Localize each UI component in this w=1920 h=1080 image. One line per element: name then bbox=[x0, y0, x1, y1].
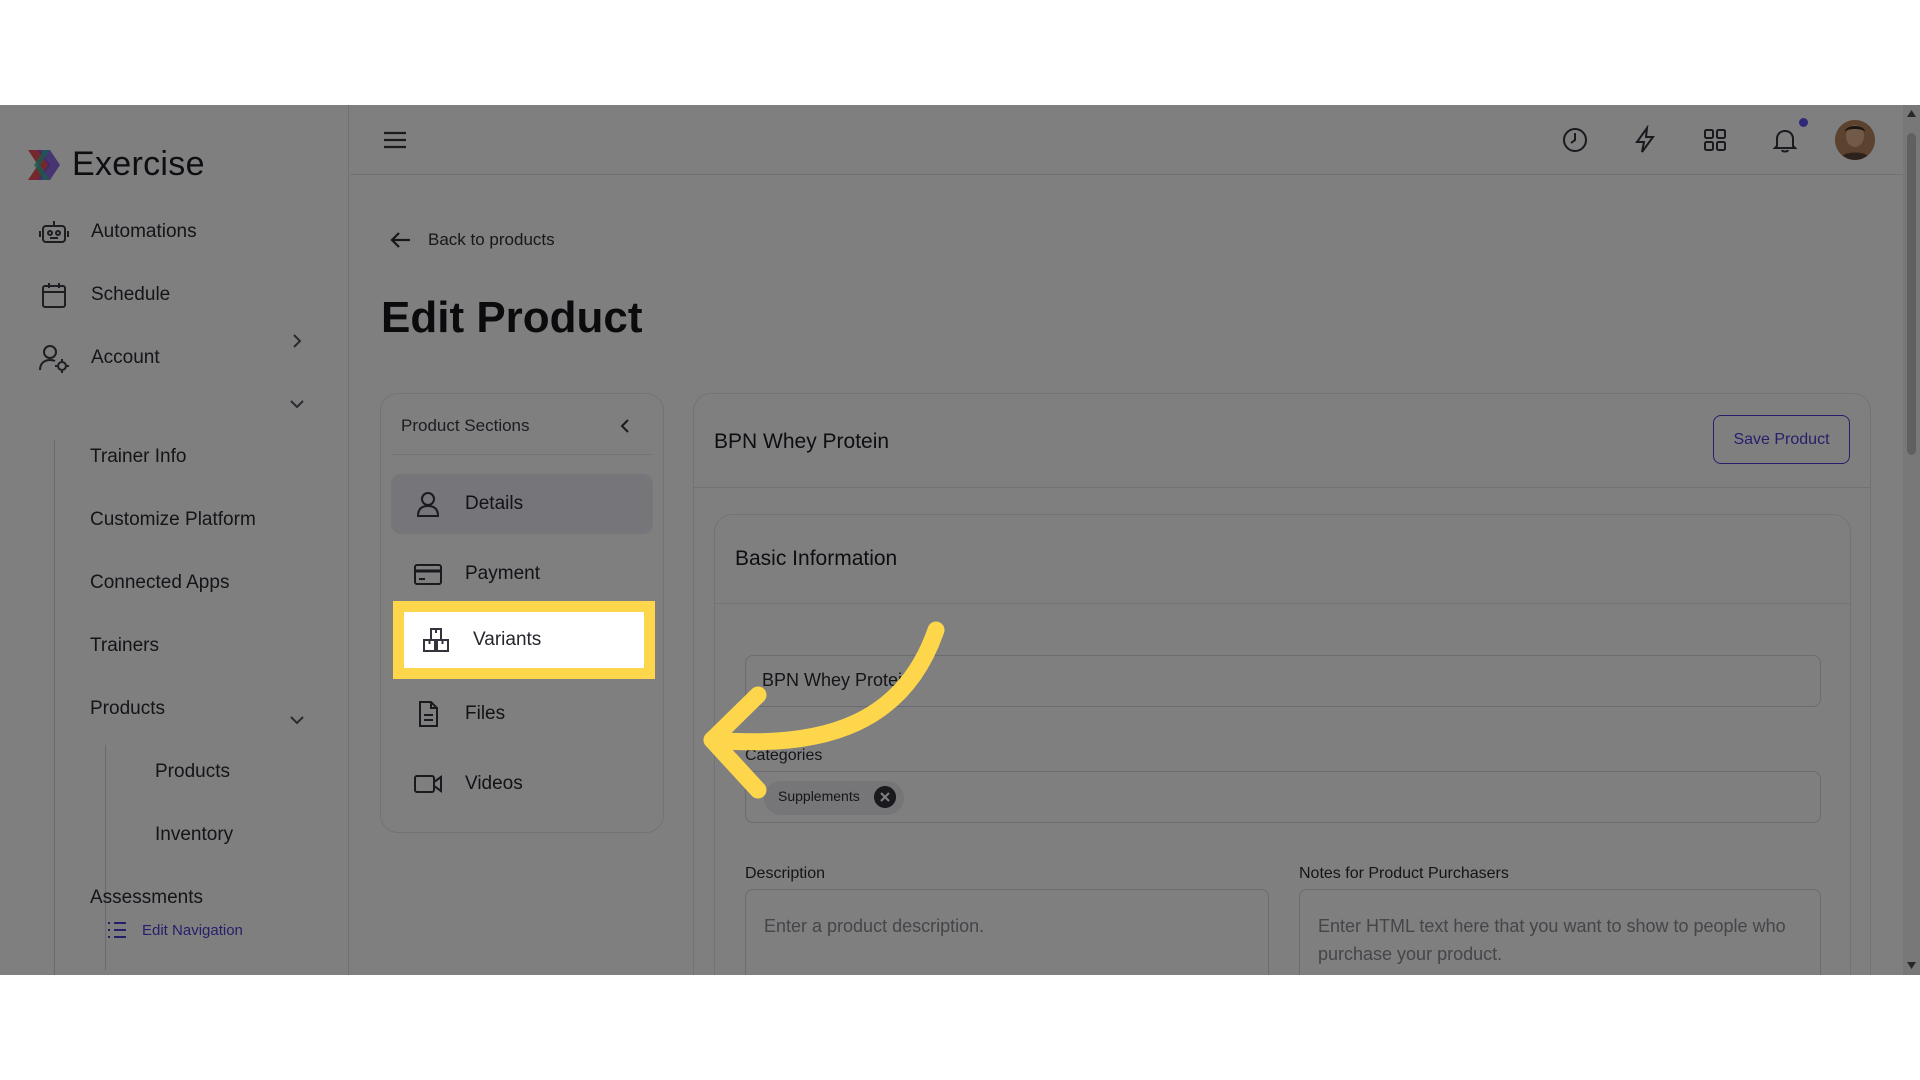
annotation-arrow-icon bbox=[703, 621, 945, 799]
app-window: Exercise Automations Schedule Account Tr… bbox=[0, 105, 1920, 975]
section-item-label: Variants bbox=[473, 629, 542, 650]
section-item-variants[interactable]: Variants bbox=[393, 601, 655, 679]
boxes-icon bbox=[423, 628, 449, 652]
